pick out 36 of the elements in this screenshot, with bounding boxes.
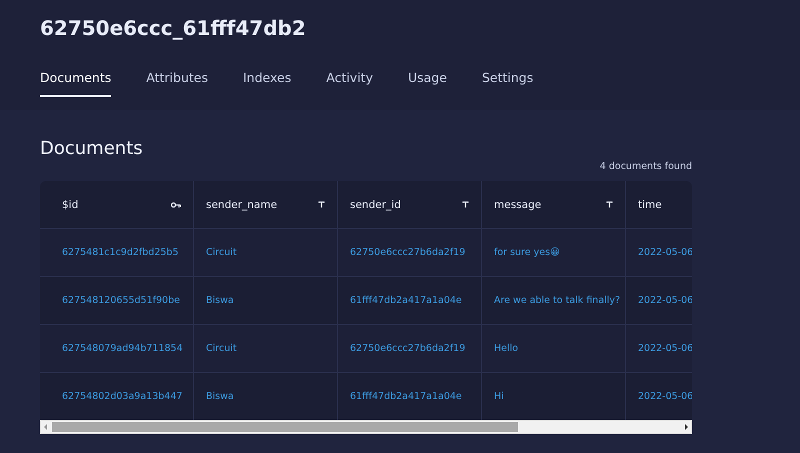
tab[interactable]: Attributes xyxy=(146,70,208,97)
page-title: 62750e6ccc_61fff47db2 xyxy=(40,15,306,42)
table-cell: 61fff47db2a417a1a04e xyxy=(350,391,462,402)
table-cell: Biswa xyxy=(206,295,234,306)
column-header[interactable]: time xyxy=(638,198,662,210)
table-cell: Biswa xyxy=(206,391,234,402)
tab[interactable]: Indexes xyxy=(243,70,292,97)
column-header[interactable]: $id xyxy=(62,198,78,210)
table-cell: 62754802d03a9a13b447 xyxy=(62,391,182,402)
column-header[interactable]: message xyxy=(494,198,542,210)
tab[interactable]: Documents xyxy=(40,70,112,97)
text-type-icon xyxy=(318,201,325,208)
table-cell: 62750e6ccc27b6da2f19 xyxy=(350,247,466,258)
table-cell: Circuit xyxy=(206,343,237,354)
text-type-icon xyxy=(462,201,469,208)
table-cell: Circuit xyxy=(206,247,237,258)
table-cell: 627548120655d51f90be xyxy=(62,295,180,306)
column-header[interactable]: sender_name xyxy=(206,198,278,210)
tab[interactable]: Activity xyxy=(326,70,373,97)
table-cell: Hi xyxy=(494,391,504,402)
table-cell: for sure yes😀 xyxy=(494,247,560,258)
table-cell: 61fff47db2a417a1a04e xyxy=(350,295,462,306)
scroll-thumb[interactable] xyxy=(51,422,519,432)
table-cell: Are we able to talk finally? xyxy=(494,295,620,306)
text-type-icon xyxy=(606,201,613,208)
tab[interactable]: Usage xyxy=(408,70,447,97)
column-header[interactable]: sender_id xyxy=(350,198,401,210)
result-count: 4 documents found xyxy=(600,161,692,172)
table-cell: 6275481c1c9d2fbd25b5 xyxy=(62,247,178,258)
tab[interactable]: Settings xyxy=(482,70,534,97)
key-icon xyxy=(171,202,181,208)
table-cell: Hello xyxy=(494,343,518,354)
section-title: Documents xyxy=(40,138,143,159)
horizontal-scrollbar[interactable] xyxy=(40,420,692,434)
table-cell: 627548079ad94b711854 xyxy=(62,343,183,354)
table-cell: 62750e6ccc27b6da2f19 xyxy=(350,343,466,354)
